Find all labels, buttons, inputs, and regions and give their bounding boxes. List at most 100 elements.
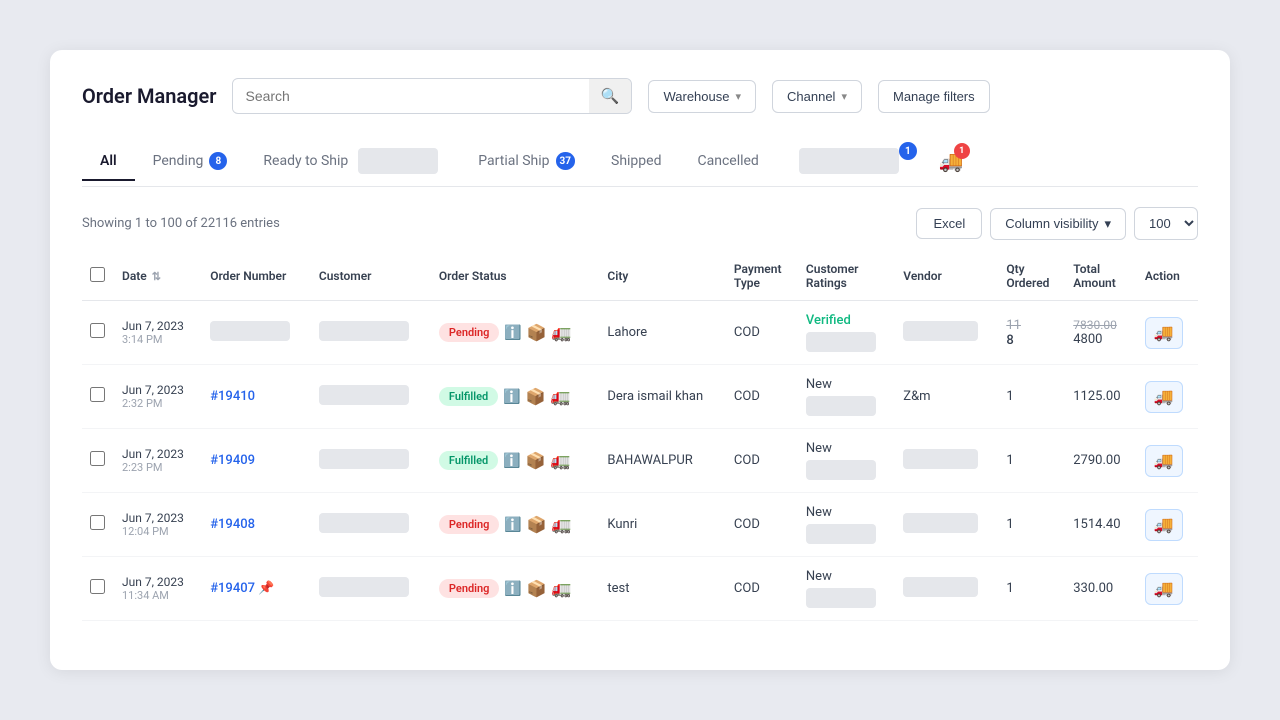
chevron-down-icon: ▾ — [841, 90, 847, 103]
row-action: 🚚 — [1137, 365, 1198, 429]
vendor-placeholder — [903, 513, 978, 533]
row-qty: 11 8 — [998, 301, 1065, 365]
pending-badge: 8 — [209, 152, 227, 170]
tab-partial-ship[interactable]: Partial Ship 37 — [460, 142, 593, 182]
order-number-link[interactable]: #19407 — [210, 581, 255, 596]
truck-icon[interactable]: 🚛 — [551, 387, 571, 406]
tabs-bar: All Pending 8 Ready to Ship Partial Ship… — [82, 138, 1198, 187]
row-qty: 1 — [998, 557, 1065, 621]
tab-extra1[interactable]: 1 — [777, 138, 921, 186]
excel-button[interactable]: Excel — [916, 208, 982, 239]
row-qty: 1 — [998, 365, 1065, 429]
row-date: Jun 7, 2023 2:32 PM — [114, 365, 202, 429]
row-checkbox[interactable] — [90, 387, 105, 402]
row-checkbox[interactable] — [90, 579, 105, 594]
truck-icon[interactable]: 🚛 — [552, 515, 572, 534]
row-vendor — [895, 493, 998, 557]
row-order-number: #19408 — [202, 493, 311, 557]
column-visibility-button[interactable]: Column visibility ▾ — [990, 208, 1126, 240]
col-order-number: Order Number — [202, 252, 311, 301]
qty-ordered-value: 1 — [1006, 581, 1057, 596]
customer-placeholder — [319, 321, 409, 341]
tab-pending[interactable]: Pending 8 — [135, 142, 246, 182]
tab-extra1-badge: 1 — [899, 142, 917, 160]
qty-ordered-strikethrough: 11 — [1006, 318, 1057, 333]
rating-placeholder — [806, 460, 876, 480]
box-icon[interactable]: 📦 — [527, 323, 547, 342]
status-badge: Pending — [439, 323, 500, 342]
row-order-number: #19407 📌 — [202, 557, 311, 621]
row-customer — [311, 557, 431, 621]
tab-all[interactable]: All — [82, 143, 135, 181]
tab-placeholder-2 — [799, 148, 899, 174]
select-all-checkbox[interactable] — [90, 267, 105, 282]
action-truck-button[interactable]: 🚚 — [1145, 509, 1183, 541]
customer-placeholder — [319, 577, 409, 597]
row-payment-type: COD — [726, 365, 798, 429]
search-button[interactable]: 🔍 — [589, 79, 632, 113]
status-badge: Fulfilled — [439, 387, 498, 406]
row-checkbox[interactable] — [90, 451, 105, 466]
row-order-status: Pending ℹ️ 📦 🚛 — [431, 557, 599, 621]
table-actions: Excel Column visibility ▾ 100 50 25 — [916, 207, 1198, 240]
manage-filters-button[interactable]: Manage filters — [878, 80, 990, 113]
partial-ship-badge: 37 — [556, 152, 575, 170]
rating-value: New — [806, 505, 832, 520]
per-page-select[interactable]: 100 50 25 — [1134, 207, 1198, 240]
info-icon[interactable]: ℹ️ — [504, 517, 521, 533]
chevron-down-icon: ▾ — [735, 90, 741, 103]
truck-icon[interactable]: 🚛 — [551, 451, 571, 470]
row-checkbox[interactable] — [90, 515, 105, 530]
row-city: test — [599, 557, 726, 621]
qty-ordered-value: 1 — [1006, 517, 1057, 532]
col-vendor: Vendor — [895, 252, 998, 301]
truck-icon[interactable]: 🚛 — [552, 579, 572, 598]
tab-cancelled[interactable]: Cancelled — [679, 143, 776, 181]
order-number-link[interactable]: #19410 — [210, 389, 255, 404]
page-title: Order Manager — [82, 84, 216, 108]
truck-icon[interactable]: 🚛 — [552, 323, 572, 342]
row-vendor — [895, 301, 998, 365]
channel-filter[interactable]: Channel ▾ — [772, 80, 862, 113]
col-payment-type: PaymentType — [726, 252, 798, 301]
tab-ready-to-ship[interactable]: Ready to Ship — [245, 138, 460, 186]
action-truck-button[interactable]: 🚚 — [1145, 381, 1183, 413]
row-order-status: Fulfilled ℹ️ 📦 🚛 — [431, 365, 599, 429]
row-order-status: Fulfilled ℹ️ 📦 🚛 — [431, 429, 599, 493]
order-number-link[interactable]: #19408 — [210, 517, 255, 532]
action-truck-button[interactable]: 🚚 — [1145, 445, 1183, 477]
tab-extra2[interactable]: 🚚 1 — [921, 139, 988, 185]
row-vendor — [895, 557, 998, 621]
qty-ordered-value: 1 — [1006, 453, 1057, 468]
row-checkbox-cell — [82, 429, 114, 493]
box-icon[interactable]: 📦 — [526, 387, 546, 406]
status-badge: Pending — [439, 579, 500, 598]
status-badge: Pending — [439, 515, 500, 534]
box-icon[interactable]: 📦 — [527, 515, 547, 534]
row-customer — [311, 429, 431, 493]
row-qty: 1 — [998, 429, 1065, 493]
order-number-link[interactable]: #19409 — [210, 453, 255, 468]
box-icon[interactable]: 📦 — [527, 579, 547, 598]
info-icon[interactable]: ℹ️ — [503, 453, 520, 469]
row-date: Jun 7, 2023 12:04 PM — [114, 493, 202, 557]
row-action: 🚚 — [1137, 429, 1198, 493]
row-city: Lahore — [599, 301, 726, 365]
row-city: BAHAWALPUR — [599, 429, 726, 493]
action-truck-button[interactable]: 🚚 — [1145, 317, 1183, 349]
pin-icon: 📌 — [255, 581, 274, 596]
search-input[interactable] — [233, 80, 588, 112]
row-checkbox[interactable] — [90, 323, 105, 338]
row-customer — [311, 493, 431, 557]
tab-shipped[interactable]: Shipped — [593, 143, 679, 181]
row-city: Kunri — [599, 493, 726, 557]
info-icon[interactable]: ℹ️ — [504, 581, 521, 597]
warehouse-filter[interactable]: Warehouse ▾ — [648, 80, 756, 113]
info-icon[interactable]: ℹ️ — [503, 389, 520, 405]
action-truck-button[interactable]: 🚚 — [1145, 573, 1183, 605]
rating-placeholder — [806, 332, 876, 352]
box-icon[interactable]: 📦 — [526, 451, 546, 470]
info-icon[interactable]: ℹ️ — [504, 325, 521, 341]
row-action: 🚚 — [1137, 301, 1198, 365]
row-payment-type: COD — [726, 429, 798, 493]
